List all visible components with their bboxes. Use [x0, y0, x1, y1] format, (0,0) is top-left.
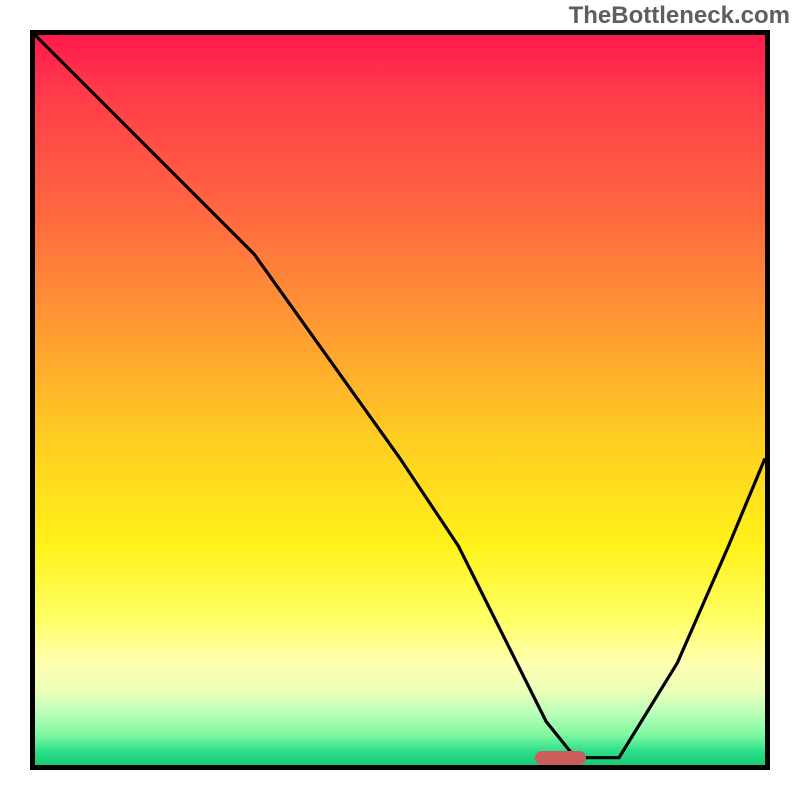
- watermark-text: TheBottleneck.com: [569, 2, 790, 30]
- bottleneck-chart: TheBottleneck.com: [0, 0, 800, 800]
- bottleneck-curve-path: [35, 35, 765, 758]
- curve-layer: [35, 35, 765, 765]
- optimal-marker: [535, 751, 586, 765]
- plot-area: [30, 30, 770, 770]
